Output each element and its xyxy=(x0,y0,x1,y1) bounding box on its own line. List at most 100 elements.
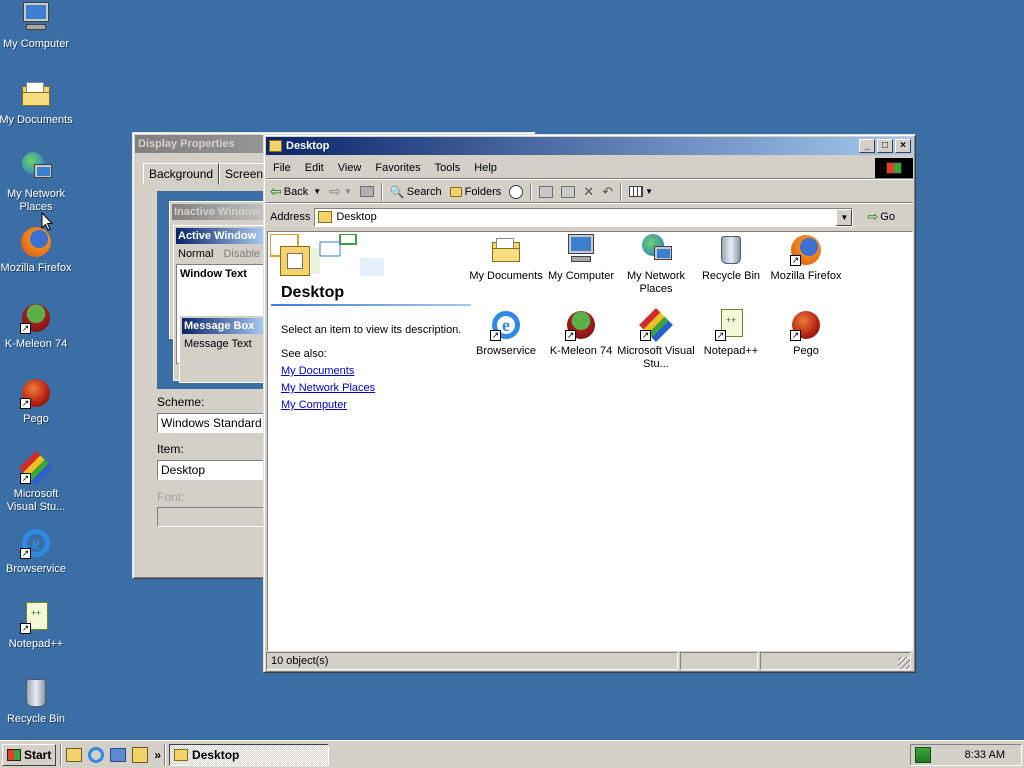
taskbar: Start » Desktop 8:33 AM xyxy=(0,740,1024,768)
folder-task-icon xyxy=(174,748,189,761)
views-button[interactable]: ▼ xyxy=(625,182,657,202)
link-my-computer[interactable]: My Computer xyxy=(281,399,375,411)
shortcut-arrow-icon: ↗ xyxy=(490,330,501,341)
search-button[interactable]: 🔍 Search xyxy=(386,182,446,202)
undo-button[interactable]: ↶ xyxy=(598,182,617,202)
item-pego[interactable]: ↗ Pego xyxy=(766,309,846,358)
visual-studio-icon: ↗ xyxy=(19,451,53,485)
item-label: My Network Places xyxy=(626,270,686,295)
item-select[interactable]: Desktop xyxy=(157,460,277,480)
pego-icon: ↗ xyxy=(20,377,52,409)
address-input[interactable]: Desktop ▼ xyxy=(314,207,854,227)
desktop-icon-mozilla-firefox[interactable]: Mozilla Firefox xyxy=(0,226,74,275)
folders-button[interactable]: Folders xyxy=(446,182,506,202)
back-label: Back xyxy=(283,185,309,198)
item-label: Mozilla Firefox xyxy=(770,270,842,282)
scheme-select[interactable]: Windows Standard xyxy=(157,413,277,433)
appearance-preview: Inactive Window Active Window Normal Dis… xyxy=(157,191,267,389)
item-label: My Documents xyxy=(469,270,543,282)
go-button[interactable]: ⇨ Go xyxy=(863,207,899,227)
desktop-icon-my-documents[interactable]: My Documents xyxy=(0,78,74,127)
status-bar: 10 object(s) xyxy=(266,652,913,670)
menu-view[interactable]: View xyxy=(331,162,369,174)
windows-logo-icon xyxy=(875,157,913,178)
network-tray-icon[interactable] xyxy=(915,747,931,763)
desktop-icon-label: Pego xyxy=(23,413,49,425)
item-my-documents[interactable]: My Documents xyxy=(466,234,546,283)
desktop-icon-recycle-bin[interactable]: Recycle Bin xyxy=(0,677,74,726)
status-pane-3 xyxy=(760,652,911,670)
item-notepad-plus-plus[interactable]: ++ ↗ Notepad++ xyxy=(691,309,771,358)
preview-message-text: Message Text xyxy=(184,338,252,350)
quick-launch: » xyxy=(66,746,161,763)
status-pane-2 xyxy=(680,652,758,670)
back-button[interactable]: ⇦ Back ▼ xyxy=(266,182,325,202)
item-label: Pego xyxy=(793,345,819,357)
move-to-button[interactable] xyxy=(535,182,557,202)
outlook-quicklaunch-icon[interactable] xyxy=(110,747,127,762)
shortcut-arrow-icon: ↗ xyxy=(715,330,726,341)
item-k-meleon[interactable]: ↗ K-Meleon 74 xyxy=(541,309,621,358)
computer-icon xyxy=(565,234,597,266)
up-folder-button[interactable] xyxy=(356,182,378,202)
item-recycle-bin[interactable]: Recycle Bin xyxy=(691,234,771,283)
preview-active-title: Active Window xyxy=(176,228,264,244)
menu-favorites[interactable]: Favorites xyxy=(368,162,427,174)
address-dropdown-button[interactable]: ▼ xyxy=(836,208,853,226)
folder-icon xyxy=(490,234,522,266)
desktop-icon-visual-studio[interactable]: ↗ Microsoft Visual Stu... xyxy=(0,451,74,514)
close-button[interactable]: × xyxy=(895,139,911,153)
history-button[interactable] xyxy=(505,182,527,202)
menu-file[interactable]: File xyxy=(266,162,298,174)
start-button[interactable]: Start xyxy=(2,743,57,766)
menu-edit[interactable]: Edit xyxy=(298,162,331,174)
folders-icon xyxy=(449,186,462,197)
desktop-icon-label: My Computer xyxy=(2,38,70,50)
back-arrow-icon: ⇦ xyxy=(270,183,282,199)
link-my-documents[interactable]: My Documents xyxy=(281,365,375,377)
forward-button[interactable]: ⇨ ▼ xyxy=(325,182,356,202)
item-browservice[interactable]: e ↗ Browservice xyxy=(466,309,546,358)
quicklaunch-chevron[interactable]: » xyxy=(154,748,161,762)
delete-icon: ✕ xyxy=(583,183,595,199)
move-to-icon xyxy=(539,185,554,198)
item-visual-studio[interactable]: ↗ Microsoft Visual Stu... xyxy=(616,308,696,371)
clock[interactable]: 8:33 AM xyxy=(965,749,1005,761)
search-quicklaunch-icon[interactable] xyxy=(132,746,149,763)
desktop-icon-my-network-places[interactable]: My Network Places xyxy=(0,152,74,214)
desktop-icon-browservice[interactable]: e ↗ Browservice xyxy=(0,527,74,576)
menu-tools[interactable]: Tools xyxy=(428,162,468,174)
show-desktop-icon[interactable] xyxy=(66,747,83,762)
explorer-titlebar[interactable]: Desktop _ □ × xyxy=(266,137,913,155)
ie-quicklaunch-icon[interactable] xyxy=(88,746,105,763)
menu-help[interactable]: Help xyxy=(467,162,504,174)
up-folder-icon xyxy=(359,186,374,197)
kmeleon-icon: ↗ xyxy=(20,302,52,334)
desktop-folder-icon xyxy=(280,246,310,276)
see-also-label: See also: xyxy=(281,348,327,360)
explorer-window[interactable]: Desktop _ □ × File Edit View Favorites T… xyxy=(263,134,916,673)
item-label: Item: xyxy=(157,442,184,456)
tab-background[interactable]: Background xyxy=(143,163,220,185)
minimize-button[interactable]: _ xyxy=(859,139,875,153)
link-my-network-places[interactable]: My Network Places xyxy=(281,382,375,394)
folder-icon xyxy=(20,78,52,110)
resize-grip-icon[interactable] xyxy=(898,657,910,669)
item-my-network-places[interactable]: My Network Places xyxy=(616,234,696,296)
item-mozilla-firefox[interactable]: ↗ Mozilla Firefox xyxy=(766,234,846,283)
desktop-icon-notepad-plus-plus[interactable]: ++ ↗ Notepad++ xyxy=(0,602,74,651)
desktop-icon-k-meleon[interactable]: ↗ K-Meleon 74 xyxy=(0,302,74,351)
item-label: Browservice xyxy=(476,345,536,357)
item-my-computer[interactable]: My Computer xyxy=(541,234,621,283)
font-label: Font: xyxy=(157,490,185,504)
desktop-icon-pego[interactable]: ↗ Pego xyxy=(0,377,74,426)
maximize-button[interactable]: □ xyxy=(877,139,893,153)
toolbar-separator xyxy=(620,182,623,201)
desktop-icon-my-computer[interactable]: My Computer xyxy=(0,2,74,51)
taskbar-button-desktop[interactable]: Desktop xyxy=(169,743,330,766)
scheme-label: Scheme: xyxy=(157,395,205,409)
item-label: Recycle Bin xyxy=(701,270,761,282)
dropdown-arrow-icon: ▼ xyxy=(313,187,322,196)
copy-to-button[interactable] xyxy=(557,182,579,202)
delete-button[interactable]: ✕ xyxy=(579,182,598,202)
